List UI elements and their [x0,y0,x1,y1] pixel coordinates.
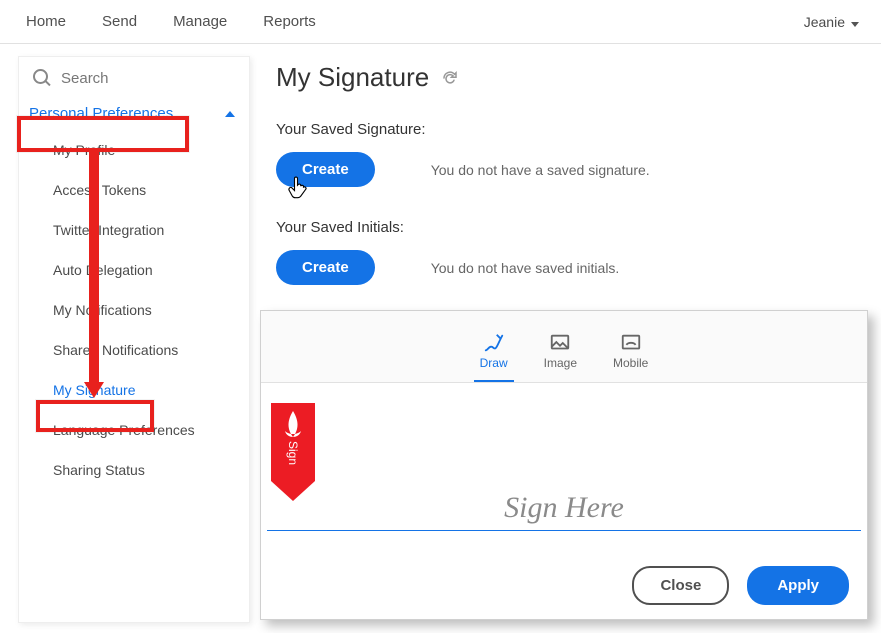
pen-icon [483,332,505,352]
image-icon [549,332,571,352]
tab-image[interactable]: Image [540,332,581,376]
signature-tabs: Draw Image Mobile [261,311,867,383]
signature-baseline [267,530,861,531]
sidebar-item-sharing-status[interactable]: Sharing Status [19,450,249,490]
apply-button[interactable]: Apply [747,566,849,605]
sidebar-section-personal-preferences[interactable]: Personal Preferences [19,97,249,130]
create-initials-button[interactable]: Create [276,250,375,285]
tab-mobile-label: Mobile [613,356,648,370]
sidebar-item-access-tokens[interactable]: Access Tokens [19,170,249,210]
tab-mobile[interactable]: Mobile [609,332,652,376]
mobile-icon [620,332,642,352]
sign-here-placeholder: Sign Here [261,491,867,525]
signature-dialog: Draw Image Mobile [260,310,868,620]
no-initials-message: You do not have saved initials. [431,260,620,276]
adobe-sign-bookmark: Sign [271,403,315,503]
top-nav: Home Send Manage Reports Jeanie [0,0,881,44]
sidebar-item-my-signature[interactable]: My Signature [19,370,249,410]
tab-draw-label: Draw [480,356,508,370]
search-row[interactable]: Search [19,57,249,97]
user-name: Jeanie [804,14,845,30]
nav-reports[interactable]: Reports [245,13,334,30]
sidebar-item-my-notifications[interactable]: My Notifications [19,290,249,330]
saved-initials-label: Your Saved Initials: [276,219,873,236]
sidebar-item-my-profile[interactable]: My Profile [19,130,249,170]
nav-manage[interactable]: Manage [155,13,245,30]
sidebar-item-twitter-integration[interactable]: Twitter Integration [19,210,249,250]
svg-text:Sign: Sign [286,441,300,465]
refresh-icon[interactable] [441,69,459,87]
page-title: My Signature [276,62,429,93]
close-button[interactable]: Close [632,566,729,605]
search-placeholder: Search [61,70,109,87]
tab-image-label: Image [544,356,577,370]
sidebar: Search Personal Preferences My Profile A… [18,56,250,623]
sidebar-item-language-preferences[interactable]: Language Preferences [19,410,249,450]
signature-canvas[interactable]: Sign Sign Here [261,383,867,541]
saved-signature-label: Your Saved Signature: [276,121,873,138]
sidebar-item-sharee-notifications[interactable]: Sharee Notifications [19,330,249,370]
user-menu[interactable]: Jeanie [804,14,873,30]
tab-draw[interactable]: Draw [476,332,512,376]
sidebar-item-auto-delegation[interactable]: Auto Delegation [19,250,249,290]
no-signature-message: You do not have a saved signature. [431,162,650,178]
sidebar-section-label: Personal Preferences [29,105,173,122]
nav-send[interactable]: Send [84,13,155,30]
search-icon [33,69,51,87]
create-signature-button[interactable]: Create [276,152,375,187]
nav-home[interactable]: Home [8,13,84,30]
chevron-up-icon [225,109,235,119]
